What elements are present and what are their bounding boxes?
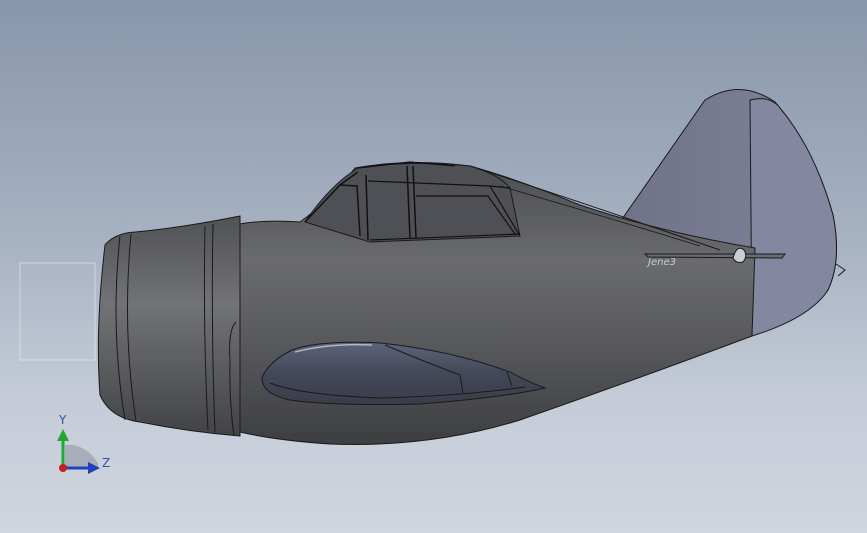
y-axis-arrowhead [57, 429, 69, 441]
y-axis-label: Y [59, 413, 67, 427]
coordinate-triad [57, 429, 100, 474]
airplane-model[interactable]: Jene3 [0, 0, 867, 533]
fuselage-marking: Jene3 [646, 257, 676, 268]
graphics-viewport[interactable]: Jene3 Y Z [0, 0, 867, 533]
triad-origin [59, 464, 67, 472]
canopy[interactable] [304, 162, 521, 243]
engine-cowling[interactable] [97, 215, 241, 437]
triad-plane [65, 444, 98, 467]
rudder-tip [835, 263, 846, 277]
rudder[interactable] [749, 98, 837, 337]
z-axis-label: Z [102, 456, 111, 470]
sketch-rectangle [19, 262, 96, 361]
